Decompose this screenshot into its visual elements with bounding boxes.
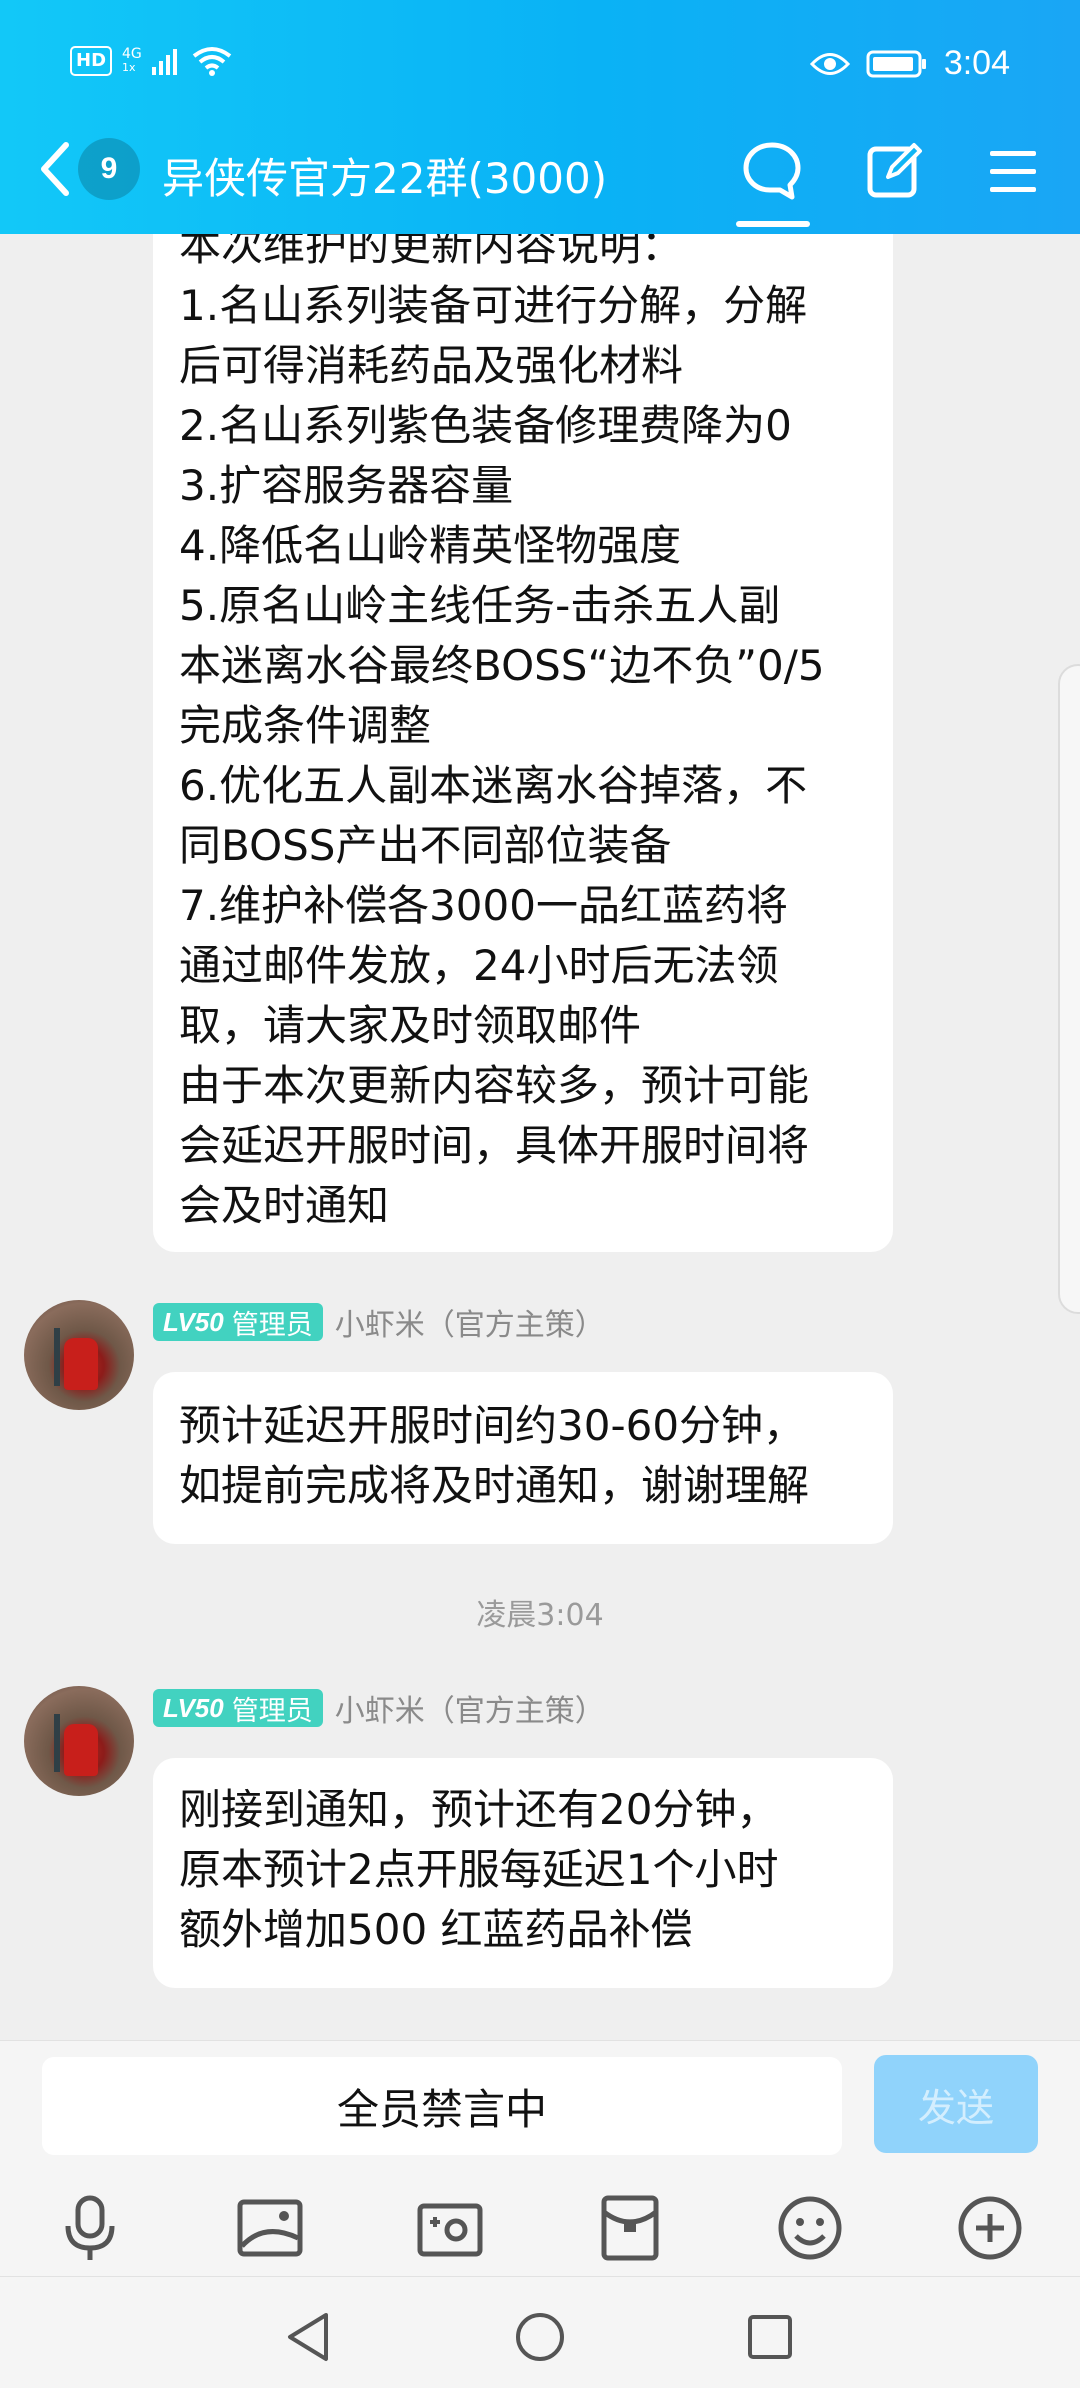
status-left: HD 4G 1x	[70, 46, 232, 76]
avatar[interactable]	[24, 1300, 134, 1410]
message-list[interactable]: 本次维护的更新内容说明： 1.名山系列装备可进行分解，分解 后可得消耗药品及强化…	[0, 234, 1080, 2040]
header: HD 4G 1x 3:04 9 异侠传官方22群(3000)	[0, 0, 1080, 234]
input-bar: 全员禁言中 发送	[0, 2040, 1080, 2180]
network-sub: 1x	[122, 61, 136, 74]
red-packet-icon[interactable]	[594, 2192, 666, 2264]
message-bubble[interactable]: 预计延迟开服时间约30-60分钟， 如提前完成将及时通知，谢谢理解	[153, 1372, 893, 1544]
nav-back-icon[interactable]	[280, 2307, 340, 2367]
level-label: LV50	[163, 1692, 224, 1723]
camera-icon[interactable]	[414, 2192, 486, 2264]
menu-icon[interactable]	[984, 139, 1048, 203]
avatar[interactable]	[24, 1686, 134, 1796]
battery-icon	[866, 50, 926, 77]
unread-count-badge[interactable]: 9	[78, 138, 140, 200]
chat-bubble-icon[interactable]	[740, 139, 804, 203]
network-type: 4G	[122, 46, 142, 62]
image-icon[interactable]	[234, 2192, 306, 2264]
status-bar: HD 4G 1x 3:04	[0, 0, 1080, 130]
plus-icon[interactable]	[954, 2192, 1026, 2264]
active-tab-indicator	[736, 221, 810, 227]
level-label: LV50	[163, 1306, 224, 1337]
send-button[interactable]: 发送	[874, 2055, 1038, 2153]
sender-name[interactable]: 小虾米（官方主策）	[335, 1686, 605, 1730]
edit-icon[interactable]	[862, 139, 926, 203]
message-meta: LV50 管理员 小虾米（官方主策）	[153, 1300, 605, 1344]
chat-toolbar: 9 异侠传官方22群(3000)	[0, 125, 1080, 227]
message-bubble[interactable]: 本次维护的更新内容说明： 1.名山系列装备可进行分解，分解 后可得消耗药品及强化…	[153, 234, 893, 1252]
microphone-icon[interactable]	[54, 2192, 126, 2264]
nav-recents-icon[interactable]	[740, 2307, 800, 2367]
nav-home-icon[interactable]	[510, 2307, 570, 2367]
signal-icon	[151, 49, 177, 75]
wifi-icon	[192, 47, 232, 76]
emoji-icon[interactable]	[774, 2192, 846, 2264]
message-timestamp: 凌晨3:04	[476, 1598, 604, 1633]
message-bubble[interactable]: 刚接到通知，预计还有20分钟， 原本预计2点开服每延迟1个小时 额外增加500 …	[153, 1758, 893, 1988]
status-right: 3:04	[809, 44, 1010, 83]
network-label: 4G 1x	[122, 47, 142, 75]
admin-badge: LV50 管理员	[153, 1303, 323, 1341]
side-drawer-handle[interactable]	[1058, 664, 1080, 1314]
chat-app: HD 4G 1x 3:04 9 异侠传官方22群(3000) 本次维护的更新内容…	[0, 0, 1080, 2388]
role-label: 管理员	[231, 1309, 313, 1341]
role-label: 管理员	[231, 1695, 313, 1727]
hd-badge: HD	[70, 46, 113, 76]
back-icon[interactable]	[34, 139, 74, 199]
eye-icon	[809, 52, 850, 75]
input-toolbar	[0, 2180, 1080, 2276]
message-input-muted[interactable]: 全员禁言中	[42, 2057, 842, 2155]
system-nav-bar	[0, 2276, 1080, 2388]
admin-badge: LV50 管理员	[153, 1689, 323, 1727]
group-title: 异侠传官方22群(3000)	[162, 154, 608, 203]
status-time: 3:04	[943, 44, 1010, 82]
sender-name[interactable]: 小虾米（官方主策）	[335, 1300, 605, 1344]
message-meta: LV50 管理员 小虾米（官方主策）	[153, 1686, 605, 1730]
